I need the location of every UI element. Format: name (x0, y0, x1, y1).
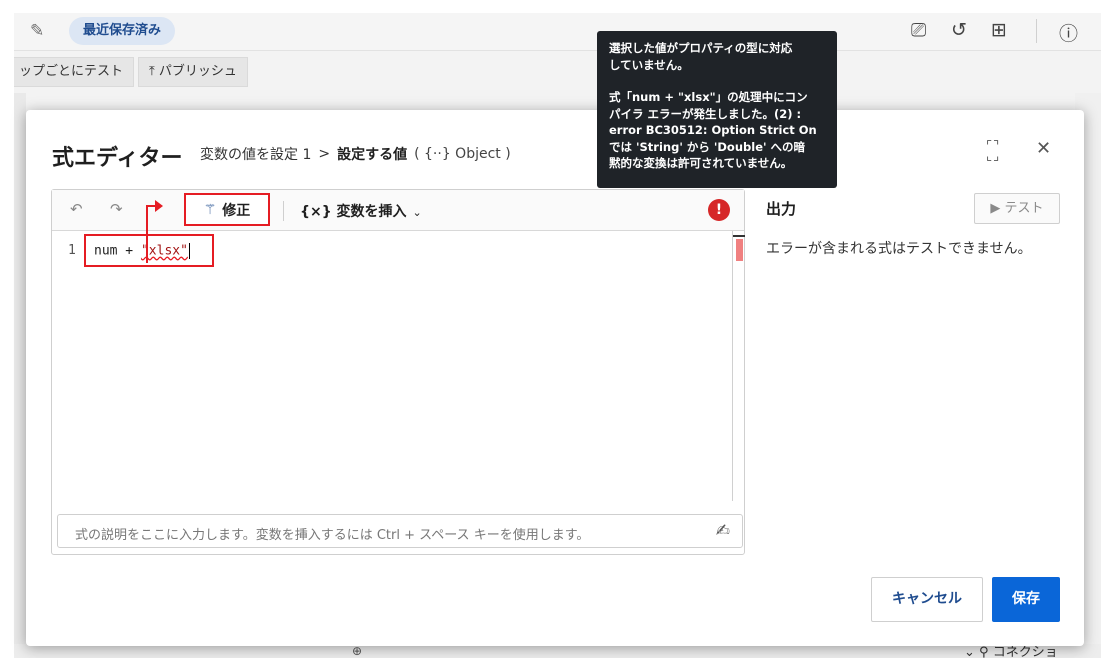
expand-icon[interactable]: ⌜⌝ ⌞⌟ (986, 140, 1000, 163)
app-top-bar: ✎ 最近保存済み ⎚ ↺ ⊞ ⓘ (14, 13, 1101, 51)
editor-scrollbar[interactable] (732, 231, 745, 501)
error-tooltip: 選択した値がプロパティの型に対応 していません。 式「num + "xlsx"」… (597, 31, 837, 188)
code-string-literal: "xlsx" (140, 243, 188, 259)
upload-icon: ⤒ (149, 64, 159, 79)
code-editor: ↶ ↷ ⚚ 修正 {×} 変数を挿入 ⌄ ! 1 num + "xlsx" 式の説… (51, 189, 745, 555)
background-bottom-strip (14, 644, 1101, 658)
test-button[interactable]: ▶ テスト (974, 193, 1060, 224)
code-text-area[interactable]: 1 num + "xlsx" (52, 231, 734, 501)
step-test-button[interactable]: ップごとにテスト (14, 57, 135, 87)
description-input[interactable]: 式の説明をここに入力します。変数を挿入するには Ctrl + スペース キーを使… (57, 514, 743, 548)
breadcrumb-parent[interactable]: 変数の値を設定 1 (200, 144, 311, 164)
description-placeholder: 式の説明をここに入力します。変数を挿入するには Ctrl + スペース キーを使… (75, 528, 590, 543)
help-icon[interactable]: ⓘ (1059, 19, 1078, 46)
breadcrumb: 変数の値を設定 1 > 設定する値 ( {··} Object ) (200, 144, 511, 164)
add-icon[interactable]: ⊕ (352, 644, 362, 658)
saved-status-badge: 最近保存済み (69, 17, 176, 45)
top-bar-divider (1036, 19, 1037, 43)
line-number: 1 (68, 243, 76, 258)
package-icon[interactable]: ⊞ (991, 19, 1007, 41)
background-left-panel (14, 93, 26, 653)
history-icon[interactable]: ↺ (951, 19, 967, 41)
scrollbar-top-marker (733, 235, 745, 237)
fix-button[interactable]: ⚚ 修正 (184, 193, 270, 226)
breadcrumb-current: 設定する値 (337, 147, 408, 163)
annotation-connector-vertical (146, 205, 148, 263)
chevron-down-icon: ⌄ (412, 206, 422, 219)
ai-sparkle-icon[interactable]: ✍ (716, 521, 730, 541)
publish-button[interactable]: ⤒ パブリッシュ (138, 57, 248, 87)
undo-icon[interactable]: ↶ (70, 200, 83, 218)
pencil-icon[interactable]: ✎ (30, 21, 44, 41)
code-line-highlight[interactable]: num + "xlsx" (84, 234, 214, 267)
expression-editor-dialog: 式エディター 変数の値を設定 1 > 設定する値 ( {··} Object )… (26, 110, 1084, 646)
error-marker (736, 239, 743, 261)
tooltip-message-1: 選択した値がプロパティの型に対応 していません。 (609, 41, 793, 72)
magic-wand-icon: ⚚ (203, 201, 217, 218)
code-expression: num + (94, 243, 141, 259)
close-icon[interactable]: ✕ (1036, 138, 1051, 159)
comment-icon[interactable]: ⎚ (911, 19, 926, 41)
annotation-arrow-icon (155, 200, 163, 212)
breadcrumb-separator: > (318, 146, 331, 162)
save-button[interactable]: 保存 (992, 577, 1060, 622)
cancel-button[interactable]: キャンセル (871, 577, 983, 622)
fix-button-label: 修正 (222, 202, 251, 219)
tooltip-message-2: 式「num + "xlsx"」の処理中にコン パイラ エラーが発生しました。(2… (609, 90, 817, 170)
redo-icon[interactable]: ↷ (110, 200, 123, 218)
dialog-title: 式エディター (52, 146, 183, 171)
output-title: 出力 (766, 200, 797, 218)
error-icon[interactable]: ! (708, 199, 730, 221)
breadcrumb-type: ( {··} Object ) (414, 146, 511, 162)
toolbar-divider (283, 201, 284, 221)
output-message: エラーが含まれる式はテストできません。 (766, 241, 1032, 257)
text-cursor (188, 243, 190, 259)
insert-variable-button[interactable]: {×} 変数を挿入 ⌄ (300, 201, 422, 221)
